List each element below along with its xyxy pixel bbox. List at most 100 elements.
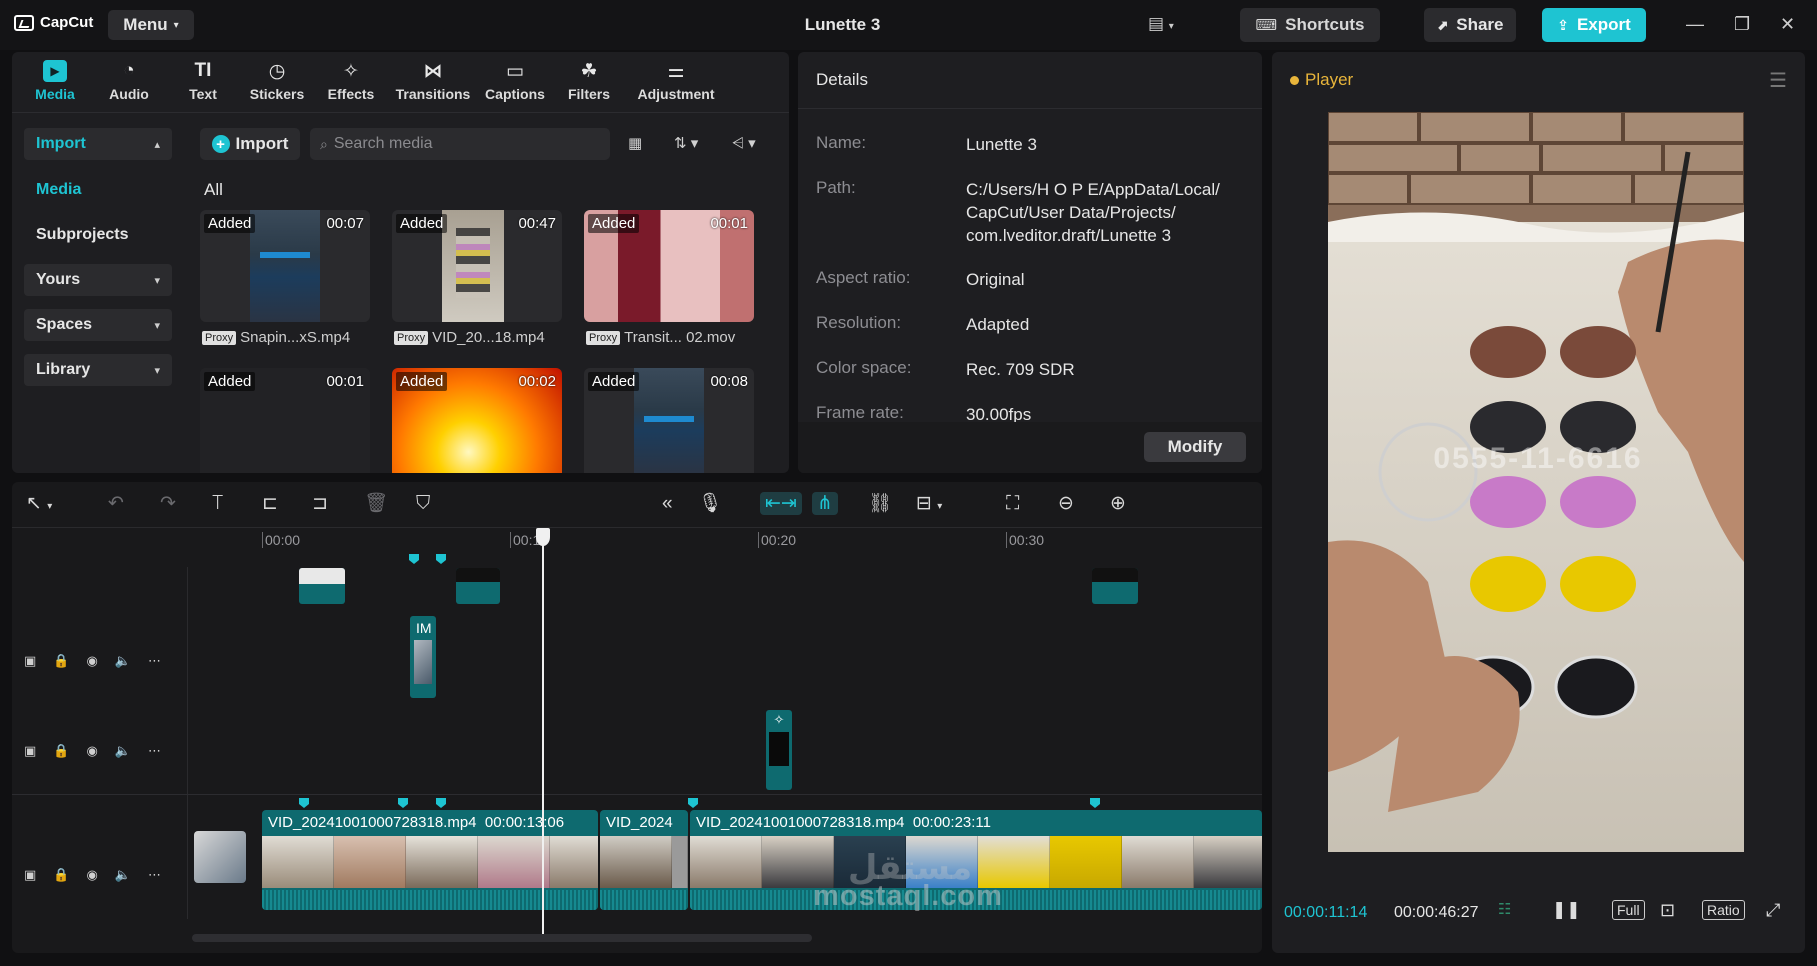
audio-waveform <box>262 890 598 910</box>
tab-filters[interactable]: ☘ Filters <box>554 56 624 112</box>
delete-icon[interactable]: 🗑 <box>364 494 388 513</box>
redo-icon[interactable]: ↷ <box>160 494 176 513</box>
image-clip[interactable]: IM <box>410 616 436 698</box>
restore-icon[interactable]: ❐ <box>1734 14 1750 35</box>
search-input[interactable] <box>333 135 584 153</box>
video-preview[interactable]: 0555-11-6616 <box>1328 112 1744 852</box>
timeline-ruler[interactable]: 00:00 00:10 00:20 00:30 <box>262 528 1262 552</box>
ratio-button[interactable]: Ratio <box>1702 900 1745 920</box>
timeline-marker[interactable] <box>299 798 309 808</box>
upload-icon: ⇪ <box>1557 16 1569 33</box>
media-item-5[interactable]: Added 00:02 <box>392 368 562 473</box>
media-icon: ▶ <box>43 60 67 82</box>
tab-text[interactable]: TI Text <box>168 56 238 112</box>
more-icon[interactable]: ⋯ <box>148 743 161 759</box>
lock-icon[interactable]: 🔒 <box>53 653 69 669</box>
shortcuts-button[interactable]: ⌨ Shortcuts <box>1240 8 1380 42</box>
cover-thumbnail[interactable] <box>194 831 246 883</box>
tab-media[interactable]: ▶ Media <box>20 56 90 112</box>
media-item-1[interactable]: Added 00:07 <box>200 210 370 322</box>
layout-icon[interactable]: ▤ ▾ <box>1148 14 1174 34</box>
timeline-marker[interactable] <box>436 798 446 808</box>
nav-yours[interactable]: Yours ▾ <box>24 264 172 296</box>
search-box[interactable]: ⌕ <box>310 128 610 160</box>
link-icon[interactable]: ⛓ <box>868 494 892 513</box>
media-item-3[interactable]: Added 00:01 <box>584 210 754 322</box>
speaker-icon[interactable]: 🔈 <box>115 653 131 669</box>
tab-adjustment[interactable]: ⚌ Adjustment <box>628 56 724 112</box>
playhead-handle[interactable] <box>536 528 550 546</box>
split-icon[interactable]: ⟙ <box>212 494 223 513</box>
tab-effects[interactable]: ✧ Effects <box>316 56 386 112</box>
main-video-clip-2[interactable]: VID_2024 <box>600 810 688 910</box>
import-button[interactable]: + Import <box>200 128 300 160</box>
nav-import[interactable]: Import ▴ <box>24 128 172 160</box>
export-button[interactable]: ⇪ Export <box>1542 8 1646 42</box>
track-cover-icon[interactable]: ▣ <box>24 867 36 883</box>
playhead[interactable] <box>542 528 544 938</box>
media-item-4[interactable]: Added 00:01 <box>200 368 370 473</box>
media-item-2[interactable]: Added 00:47 <box>392 210 562 322</box>
pause-icon[interactable]: ❚❚ <box>1552 900 1581 920</box>
speaker-icon[interactable]: 🔈 <box>115 743 131 759</box>
media-item-1-name: Proxy Snapin...xS.mp4 <box>202 329 372 346</box>
undo-icon[interactable]: ↶ <box>108 494 124 513</box>
main-video-clip-1[interactable]: VID_20241001000728318.mp4 00:00:13:06 <box>262 810 598 910</box>
share-button[interactable]: ⬈ Share <box>1424 8 1516 42</box>
zoom-out-icon[interactable]: ⊖ <box>1058 494 1074 513</box>
nav-media[interactable]: Media <box>24 174 172 206</box>
captions-track-icon[interactable]: ⛶ <box>1006 494 1019 513</box>
media-item-6[interactable]: Added 00:08 <box>584 368 754 473</box>
split-left-icon[interactable]: ⊏ <box>262 494 278 513</box>
timeline-marker[interactable] <box>398 798 408 808</box>
timeline-scrollbar[interactable] <box>192 934 812 942</box>
eye-icon[interactable]: ◉ <box>86 743 97 759</box>
split-right-icon[interactable]: ⊐ <box>312 494 328 513</box>
timeline-marker[interactable] <box>436 554 446 564</box>
zoom-fit-icon[interactable]: ⊡ <box>1660 900 1675 921</box>
waveform-icon[interactable]: ☷ <box>1498 900 1511 918</box>
eye-icon[interactable]: ◉ <box>86 867 97 883</box>
track-cover-icon[interactable]: ▣ <box>24 743 36 759</box>
eye-icon[interactable]: ◉ <box>86 653 97 669</box>
tab-stickers[interactable]: ◷ Stickers <box>242 56 312 112</box>
track-cover-icon[interactable]: ▣ <box>24 653 36 669</box>
microphone-icon[interactable]: 🎙 <box>698 494 722 513</box>
overlay-clip[interactable] <box>299 568 345 604</box>
effect-clip[interactable]: ✧ <box>766 710 792 790</box>
more-icon[interactable]: ⋯ <box>148 653 161 669</box>
rewind-icon[interactable]: « <box>662 494 673 513</box>
nav-subprojects[interactable]: Subprojects <box>24 219 172 251</box>
close-icon[interactable]: ✕ <box>1780 14 1795 35</box>
tab-transitions[interactable]: ⋈ Transitions <box>390 56 476 112</box>
speaker-icon[interactable]: 🔈 <box>115 867 131 883</box>
grid-view-icon[interactable]: ▦ <box>628 134 642 152</box>
timeline-marker[interactable] <box>409 554 419 564</box>
preview-axis-icon[interactable]: ⊟ ▾ <box>916 494 942 513</box>
modify-button[interactable]: Modify <box>1144 432 1246 462</box>
fullscreen-icon[interactable]: ⤢ <box>1766 900 1780 921</box>
clip-duration: 00:00:13:06 <box>484 814 565 831</box>
tab-audio[interactable]: ◔ Audio <box>94 56 164 112</box>
lock-icon[interactable]: 🔒 <box>53 743 69 759</box>
chevron-up-icon: ▴ <box>154 138 160 151</box>
more-icon[interactable]: ⋯ <box>148 867 161 883</box>
hamburger-menu-icon[interactable]: ☰ <box>1769 68 1787 93</box>
overlay-clip[interactable] <box>456 568 500 604</box>
zoom-in-icon[interactable]: ⊕ <box>1110 494 1126 513</box>
timeline-marker[interactable] <box>1090 798 1100 808</box>
timeline-marker[interactable] <box>688 798 698 808</box>
filter-icon[interactable]: ⩤ ▾ <box>732 134 756 152</box>
tab-captions[interactable]: ▭ Captions <box>480 56 550 112</box>
auto-snap-icon[interactable]: ⋔ <box>812 492 838 515</box>
lock-icon[interactable]: 🔒 <box>53 867 69 883</box>
overlay-clip[interactable] <box>1092 568 1138 604</box>
nav-library[interactable]: Library ▾ <box>24 354 172 386</box>
select-tool-icon[interactable]: ↖ ▾ <box>26 494 52 513</box>
mask-icon[interactable]: ⛉ <box>416 494 430 513</box>
nav-spaces[interactable]: Spaces ▾ <box>24 309 172 341</box>
main-track-magnet-icon[interactable]: ⇤⇥ <box>760 492 802 515</box>
minimize-icon[interactable]: — <box>1686 14 1704 35</box>
sort-icon[interactable]: ⇅ ▾ <box>674 134 698 152</box>
full-quality-button[interactable]: Full <box>1612 900 1645 920</box>
